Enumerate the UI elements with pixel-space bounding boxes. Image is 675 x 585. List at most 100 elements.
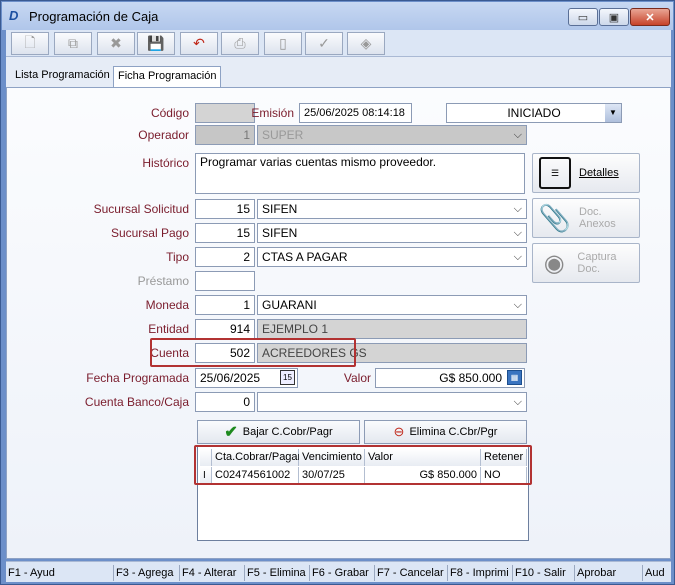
grid-highlight [194,445,532,485]
chevron-down-icon: ⌵ [513,396,522,408]
toolbar-print-button[interactable]: ⎙ [221,32,259,55]
historico-textarea[interactable]: Programar varias cuentas mismo proveedor… [195,153,525,194]
sucursal-pago-label: Sucursal Pago [110,226,189,240]
status-aprobar[interactable]: Aprobar [575,565,643,581]
cuenta-banco-label: Cuenta Banco/Caja [84,395,189,409]
emision-field[interactable]: 25/06/2025 08:14:18 [299,103,412,123]
moneda-label: Moneda [145,298,189,312]
doc-anexos-label: Doc. Anexos [579,206,616,230]
toolbar-new-button[interactable]: 🗋 [11,32,49,55]
status-f3[interactable]: F3 - Agrega [114,565,180,581]
emision-label: Emisión [251,106,294,120]
ficha-panel: Código Emisión 25/06/2025 08:14:18 INICI… [6,87,671,559]
tipo-code-field[interactable]: 2 [195,247,255,267]
status-bar: F1 - Ayud F3 - Agrega F4 - Alterar F5 - … [6,561,671,582]
detalles-label: Detalles [579,167,619,179]
eraser-icon: ◈ [360,35,372,51]
sucursal-pago-name: SIFEN [262,226,298,240]
toolbar-document-button[interactable]: ▯ [264,32,302,55]
status-f10[interactable]: F10 - Salir [513,565,575,581]
maximize-icon: ▣ [608,11,620,24]
document-icon: ▯ [279,35,287,51]
save-icon: 💾 [147,35,165,51]
chevron-down-icon: ⌵ [513,203,522,215]
paperclip-icon: 📎 [538,202,572,233]
entidad-label: Entidad [148,322,189,336]
chevron-down-icon: ⌵ [513,299,522,311]
scanner-icon: ◉ [543,249,565,277]
captura-doc-label: Captura Doc. [577,251,617,275]
valor-field[interactable]: G$ 850.000 ▦ [375,368,525,388]
sucursal-pago-code-field[interactable]: 15 [195,223,255,243]
entidad-name-field: EJEMPLO 1 [257,319,527,339]
tab-bar: Lista Programación Ficha Programación [6,57,671,87]
elimina-button[interactable]: ⊖ Elimina C.Cbr/Pgr [364,420,527,444]
status-f6[interactable]: F6 - Grabar [310,565,375,581]
toolbar-confirm-button[interactable]: ✓ [305,32,343,55]
toolbar: 🗋 ⧉ ✖ 💾 ↶ ⎙ ▯ ✓ ◈ [6,30,671,57]
historico-label: Histórico [142,156,189,170]
sucursal-solicitud-label: Sucursal Solicitud [93,202,189,216]
sucursal-solicitud-select[interactable]: SIFEN ⌵ [257,199,527,219]
chevron-down-icon: ⌵ [513,227,522,239]
tab-lista-programacion[interactable]: Lista Programación [11,66,114,86]
moneda-select[interactable]: GUARANI ⌵ [257,295,527,315]
minimize-button[interactable]: ▭ [568,8,598,26]
moneda-code-field[interactable]: 1 [195,295,255,315]
estado-value: INICIADO [507,106,561,120]
operador-label: Operador [138,128,189,142]
status-f1[interactable]: F1 - Ayud [6,565,114,581]
bajar-label: Bajar C.Cobr/Pagr [242,426,333,438]
tab-ficha-programacion[interactable]: Ficha Programación [113,66,222,87]
captura-doc-button[interactable]: ◉ Captura Doc. [532,243,640,283]
tipo-name: CTAS A PAGAR [262,250,348,264]
valor-value: G$ 850.000 [439,371,502,385]
status-aud[interactable]: Aud [643,565,671,581]
cuenta-banco-code-field[interactable]: 0 [195,392,255,412]
cuenta-banco-select[interactable]: ⌵ [257,392,527,412]
prestamo-field[interactable] [195,271,255,291]
tipo-label: Tipo [166,250,189,264]
estado-select[interactable]: INICIADO ▼ [446,103,622,123]
sucursal-pago-select[interactable]: SIFEN ⌵ [257,223,527,243]
bajar-button[interactable]: ✔ Bajar C.Cobr/Pagr [197,420,360,444]
toolbar-delete-button[interactable]: ✖ [97,32,135,55]
chevron-down-icon: ⌵ [513,129,522,141]
tipo-select[interactable]: CTAS A PAGAR ⌵ [257,247,527,267]
status-f5[interactable]: F5 - Elimina [245,565,310,581]
calculator-icon[interactable]: ▦ [507,370,522,385]
sucursal-solicitud-code-field[interactable]: 15 [195,199,255,219]
doc-anexos-button[interactable]: 📎 Doc. Anexos [532,198,640,238]
prestamo-label: Préstamo [137,274,189,288]
check-icon: ✔ [224,424,238,441]
close-button[interactable]: ✕ [630,8,670,26]
minimize-icon: ▭ [577,11,589,24]
copy-icon: ⧉ [68,35,78,51]
status-f4[interactable]: F4 - Alterar [180,565,245,581]
entidad-code-field[interactable]: 914 [195,319,255,339]
operador-name: SUPER [262,128,304,142]
window-title: Programación de Caja [29,9,159,24]
toolbar-clear-button[interactable]: ◈ [347,32,385,55]
toolbar-save-button[interactable]: 💾 [137,32,175,55]
elimina-label: Elimina C.Cbr/Pgr [409,426,498,438]
detalles-button[interactable]: ☰ Detalles [532,153,640,193]
status-f7[interactable]: F7 - Cancelar [375,565,448,581]
maximize-button[interactable]: ▣ [599,8,629,26]
operador-select: SUPER ⌵ [257,125,527,145]
app-window: D Programación de Caja ▭ ▣ ✕ 🗋 ⧉ ✖ 💾 ↶ ⎙… [0,0,675,585]
status-f8[interactable]: F8 - Imprimi [448,565,513,581]
print-icon: ⎙ [234,35,246,51]
new-icon: 🗋 [24,33,36,50]
delete-icon: ✖ [110,35,122,51]
toolbar-copy-button[interactable]: ⧉ [54,32,92,55]
toolbar-undo-button[interactable]: ↶ [180,32,218,55]
cuenta-highlight [150,338,356,367]
chevron-down-icon: ▼ [605,104,621,122]
valor-label: Valor [343,371,371,385]
app-logo-icon: D [9,8,19,23]
undo-icon: ↶ [193,35,205,51]
check-icon: ✓ [318,35,330,51]
remove-icon: ⊖ [393,424,405,439]
list-icon: ☰ [539,157,571,189]
